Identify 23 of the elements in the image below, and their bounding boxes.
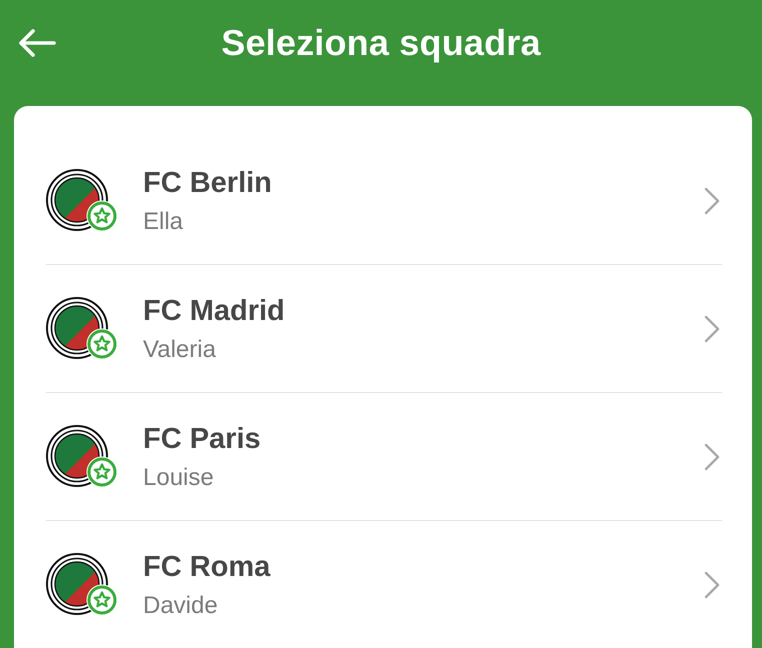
team-crest-icon xyxy=(46,552,118,616)
screen-title: Seleziona squadra xyxy=(221,22,541,64)
team-crest-icon xyxy=(46,296,118,360)
team-name: FC Paris xyxy=(143,422,261,456)
manager-name: Valeria xyxy=(143,336,216,364)
team-list-item[interactable]: FC Paris Louise xyxy=(46,393,722,521)
team-list-item[interactable]: FC Roma Davide xyxy=(46,521,722,648)
chevron-right-icon xyxy=(704,570,720,598)
manager-name: Louise xyxy=(143,464,214,492)
chevron-right-icon xyxy=(704,442,720,470)
team-list-item[interactable]: FC Berlin Ella xyxy=(46,137,722,265)
team-name: FC Madrid xyxy=(143,294,285,328)
chevron-right-icon xyxy=(704,314,720,342)
team-list-item[interactable]: FC Madrid Valeria xyxy=(46,265,722,393)
team-crest-icon xyxy=(46,168,118,232)
back-arrow-icon xyxy=(18,29,56,57)
back-button[interactable] xyxy=(16,26,58,60)
chevron-right-icon xyxy=(704,186,720,214)
manager-name: Davide xyxy=(143,592,218,620)
team-name: FC Berlin xyxy=(143,166,272,200)
team-crest-icon xyxy=(46,424,118,488)
team-name: FC Roma xyxy=(143,550,270,584)
manager-name: Ella xyxy=(143,208,184,236)
